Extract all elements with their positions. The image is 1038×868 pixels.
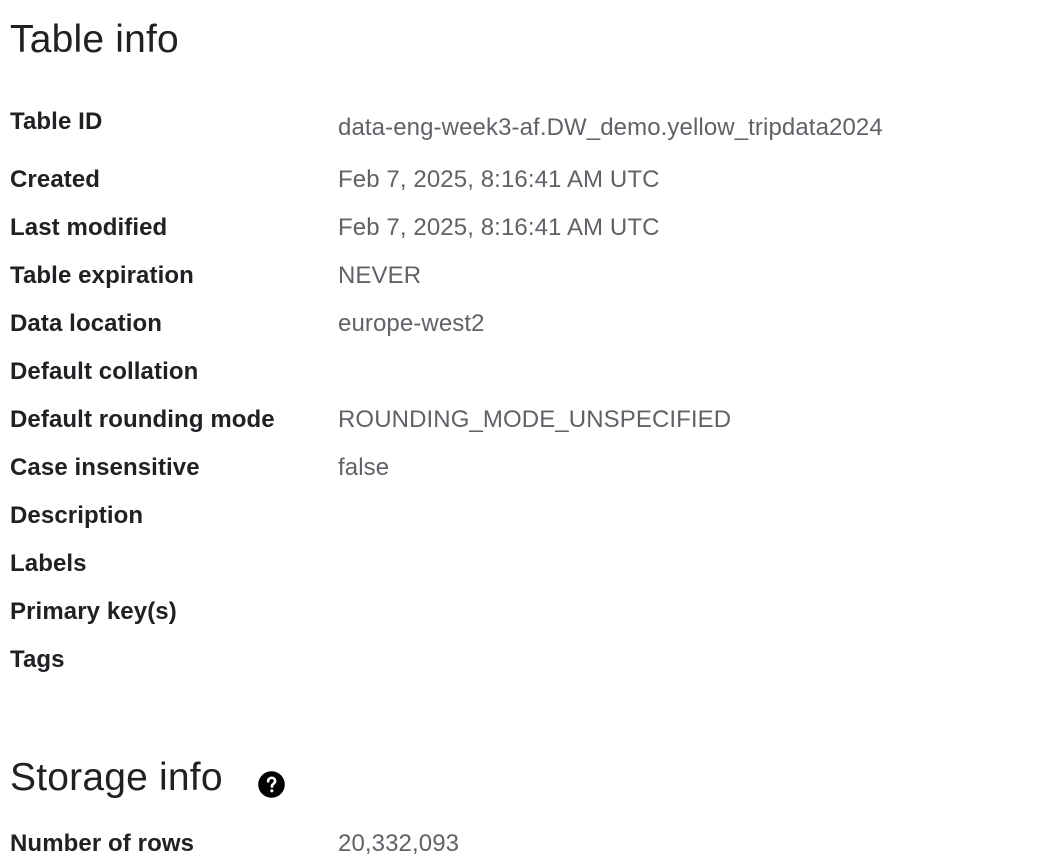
info-label: Case insensitive xyxy=(10,454,200,481)
storage-info-heading: Storage info xyxy=(10,756,286,800)
info-label: Number of rows xyxy=(10,830,195,857)
info-value: Feb 7, 2025, 8:16:41 AM UTC xyxy=(338,166,660,193)
storage-info-title: Storage info xyxy=(10,756,223,799)
info-value: NEVER xyxy=(338,262,422,289)
info-value: false xyxy=(338,454,390,481)
info-label: Last modified xyxy=(10,214,168,241)
help-circle-icon[interactable] xyxy=(257,765,286,798)
table-info-title: Table info xyxy=(10,18,179,61)
info-value: europe-west2 xyxy=(338,310,485,337)
info-label: Table expiration xyxy=(10,262,194,289)
info-value: 20,332,093 xyxy=(338,830,460,857)
info-label: Labels xyxy=(10,550,87,577)
info-label: Data location xyxy=(10,310,162,337)
info-value: ROUNDING_MODE_UNSPECIFIED xyxy=(338,406,732,433)
info-value: Feb 7, 2025, 8:16:41 AM UTC xyxy=(338,214,660,241)
info-label: Default collation xyxy=(10,358,199,385)
info-value: data-eng-week3-af.DW_demo.yellow_tripdat… xyxy=(338,114,883,141)
info-label: Table ID xyxy=(10,108,103,135)
info-label: Tags xyxy=(10,646,65,673)
info-label: Description xyxy=(10,502,144,529)
info-label: Default rounding mode xyxy=(10,406,275,433)
info-label: Primary key(s) xyxy=(10,598,177,625)
info-label: Created xyxy=(10,166,101,193)
